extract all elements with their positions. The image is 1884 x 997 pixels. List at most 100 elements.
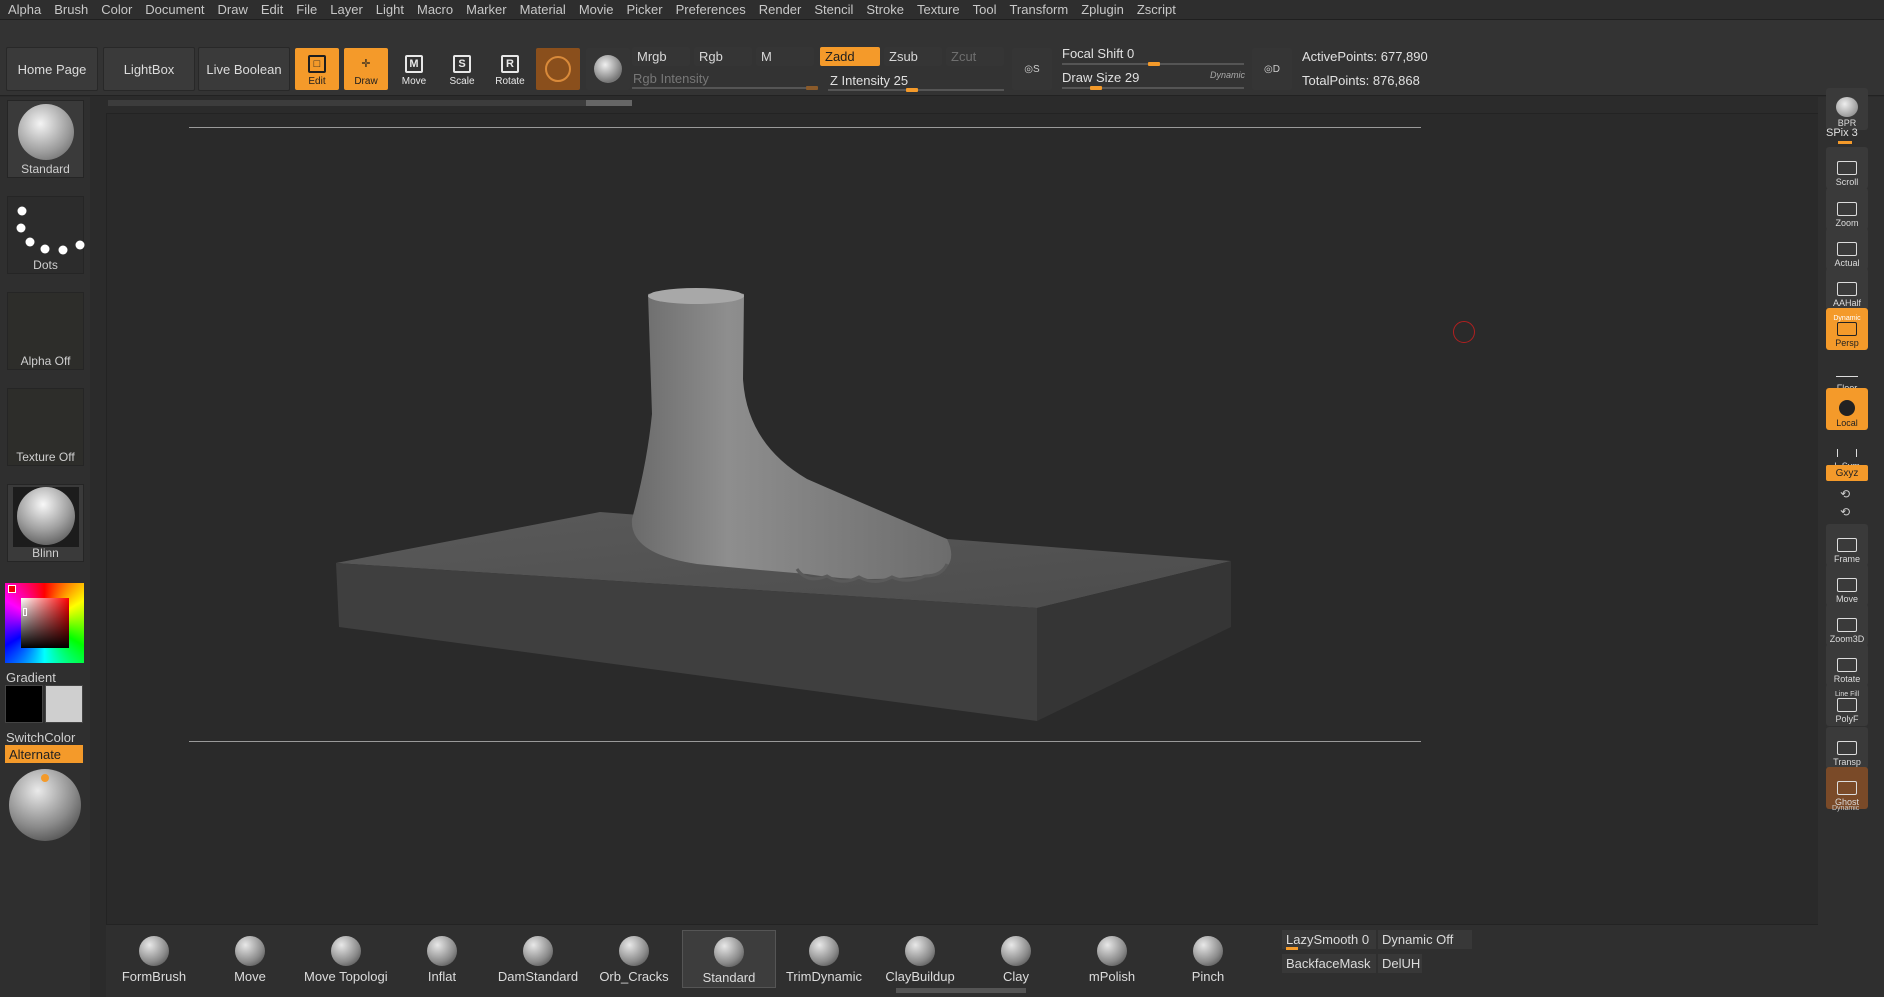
rotate-y-icon[interactable]: ⟲ <box>1840 487 1850 501</box>
alpha-slot[interactable]: Alpha Off <box>7 292 84 370</box>
menu-light[interactable]: Light <box>372 2 413 17</box>
focal-shift-toggle[interactable]: ◎S <box>1012 48 1052 90</box>
main-color-swatch[interactable] <box>45 685 83 723</box>
dynamic-label[interactable]: Dynamic <box>1210 70 1245 80</box>
spix-slider[interactable] <box>1838 141 1852 144</box>
brush-move-topological[interactable]: Move Topologica <box>304 930 388 988</box>
menu-draw[interactable]: Draw <box>214 2 257 17</box>
menu-preferences[interactable]: Preferences <box>672 2 755 17</box>
rotate-view-button[interactable]: Rotate <box>1826 644 1868 686</box>
document-canvas[interactable] <box>106 113 1821 925</box>
menu-tool[interactable]: Tool <box>969 2 1006 17</box>
doc-scroll-strip[interactable] <box>108 100 632 106</box>
move-button[interactable]: M Move <box>392 48 436 90</box>
material-slot[interactable]: Blinn <box>7 484 84 562</box>
brush-formbrush[interactable]: FormBrush <box>112 930 196 988</box>
brush-orb-cracks[interactable]: Orb_Cracks <box>592 930 676 988</box>
m-button[interactable]: M <box>756 47 814 66</box>
zcut-button[interactable]: Zcut <box>946 47 1004 66</box>
menu-edit[interactable]: Edit <box>257 2 292 17</box>
menu-marker[interactable]: Marker <box>462 2 515 17</box>
menu-layer[interactable]: Layer <box>326 2 372 17</box>
deluh-button[interactable]: DelUH <box>1378 954 1422 973</box>
menu-zplugin[interactable]: Zplugin <box>1077 2 1133 17</box>
menu-texture[interactable]: Texture <box>913 2 969 17</box>
secondary-color-swatch[interactable] <box>5 685 43 723</box>
switch-color-button[interactable]: SwitchColor <box>6 730 75 745</box>
backface-mask-button[interactable]: BackfaceMask <box>1282 954 1376 973</box>
frame-button[interactable]: Frame <box>1826 524 1868 566</box>
rgb-intensity-thumb[interactable] <box>806 86 818 90</box>
move-view-button[interactable]: Move <box>1826 564 1868 606</box>
menu-stroke[interactable]: Stroke <box>862 2 913 17</box>
ghost-button[interactable]: Ghost <box>1826 767 1868 809</box>
brush-clay[interactable]: Clay <box>974 930 1058 988</box>
actual-button[interactable]: Actual <box>1826 228 1868 270</box>
home-page-button[interactable]: Home Page <box>6 47 98 91</box>
rotate-button[interactable]: R Rotate <box>488 48 532 90</box>
menu-movie[interactable]: Movie <box>575 2 623 17</box>
bpr-button[interactable]: BPR <box>1826 88 1868 130</box>
aahalf-button[interactable]: AAHalf <box>1826 268 1868 310</box>
rgb-intensity-slider[interactable] <box>632 87 818 89</box>
menu-material[interactable]: Material <box>516 2 575 17</box>
menu-zscript[interactable]: Zscript <box>1133 2 1185 17</box>
live-boolean-button[interactable]: Live Boolean <box>198 47 290 91</box>
texture-slot[interactable]: Texture Off <box>7 388 84 466</box>
rgb-button[interactable]: Rgb <box>694 47 752 66</box>
brush-pinch[interactable]: Pinch <box>1166 930 1250 988</box>
scroll-button[interactable]: Scroll <box>1826 147 1868 189</box>
brush-move[interactable]: Move <box>208 930 292 988</box>
persp-button[interactable]: Dynamic Persp <box>1826 308 1868 350</box>
edit-button[interactable]: □ Edit <box>295 48 339 90</box>
scale-button[interactable]: S Scale <box>440 48 484 90</box>
brush-claybuildup[interactable]: ClayBuildup <box>878 930 962 988</box>
xyz-button[interactable]: Gxyz <box>1826 465 1868 481</box>
zoom3d-button[interactable]: Zoom3D <box>1826 604 1868 646</box>
menu-render[interactable]: Render <box>755 2 811 17</box>
local-button[interactable]: Local <box>1826 388 1868 430</box>
menu-macro[interactable]: Macro <box>413 2 462 17</box>
gradient-label[interactable]: Gradient <box>6 670 56 685</box>
brush-standard[interactable]: Standard <box>682 930 776 988</box>
brush-trimdynamic[interactable]: TrimDynamic <box>782 930 866 988</box>
lazysmooth-thumb[interactable] <box>1286 947 1298 950</box>
focal-shift-thumb[interactable] <box>1148 62 1160 66</box>
viewport-model[interactable] <box>107 114 1822 926</box>
menu-alpha[interactable]: Alpha <box>4 2 50 17</box>
zoom-button[interactable]: Zoom <box>1826 188 1868 230</box>
menu-picker[interactable]: Picker <box>623 2 672 17</box>
brush-inflat[interactable]: Inflat <box>400 930 484 988</box>
color-mode-button[interactable] <box>586 48 630 90</box>
light-position-marker[interactable] <box>41 774 49 782</box>
menu-transform[interactable]: Transform <box>1005 2 1077 17</box>
brush-damstandard[interactable]: DamStandard <box>496 930 580 988</box>
mrgb-button[interactable]: Mrgb <box>632 47 690 66</box>
menu-color[interactable]: Color <box>97 2 141 17</box>
menu-file[interactable]: File <box>292 2 326 17</box>
draw-button[interactable]: ✛ Draw <box>344 48 388 90</box>
draw-size-thumb[interactable] <box>1090 86 1102 90</box>
spix-label[interactable]: SPix 3 <box>1826 127 1858 139</box>
brush-mpolish[interactable]: mPolish <box>1070 930 1154 988</box>
brush-shelf-scroll[interactable] <box>896 988 1026 993</box>
light-sphere[interactable] <box>9 769 81 841</box>
menu-document[interactable]: Document <box>141 2 213 17</box>
brush-slot[interactable]: Standard <box>7 100 84 178</box>
menu-brush[interactable]: Brush <box>50 2 97 17</box>
lightbox-button[interactable]: LightBox <box>103 47 195 91</box>
z-intensity-thumb[interactable] <box>906 88 918 92</box>
zadd-button[interactable]: Zadd <box>820 47 880 66</box>
material-mode-button[interactable] <box>536 48 580 90</box>
transp-button[interactable]: Transp <box>1826 727 1868 769</box>
draw-size-toggle[interactable]: ◎D <box>1252 48 1292 90</box>
polyf-button[interactable]: Line Fill PolyF <box>1826 684 1868 726</box>
zsub-button[interactable]: Zsub <box>884 47 942 66</box>
menu-stencil[interactable]: Stencil <box>810 2 862 17</box>
alternate-button[interactable]: Alternate <box>5 745 83 763</box>
stroke-slot[interactable]: Dots <box>7 196 85 274</box>
doc-scroll-thumb[interactable] <box>586 100 632 106</box>
color-picker[interactable] <box>5 583 84 663</box>
dynamic-off-button[interactable]: Dynamic Off <box>1378 930 1472 949</box>
rotate-z-icon[interactable]: ⟲ <box>1840 505 1850 519</box>
